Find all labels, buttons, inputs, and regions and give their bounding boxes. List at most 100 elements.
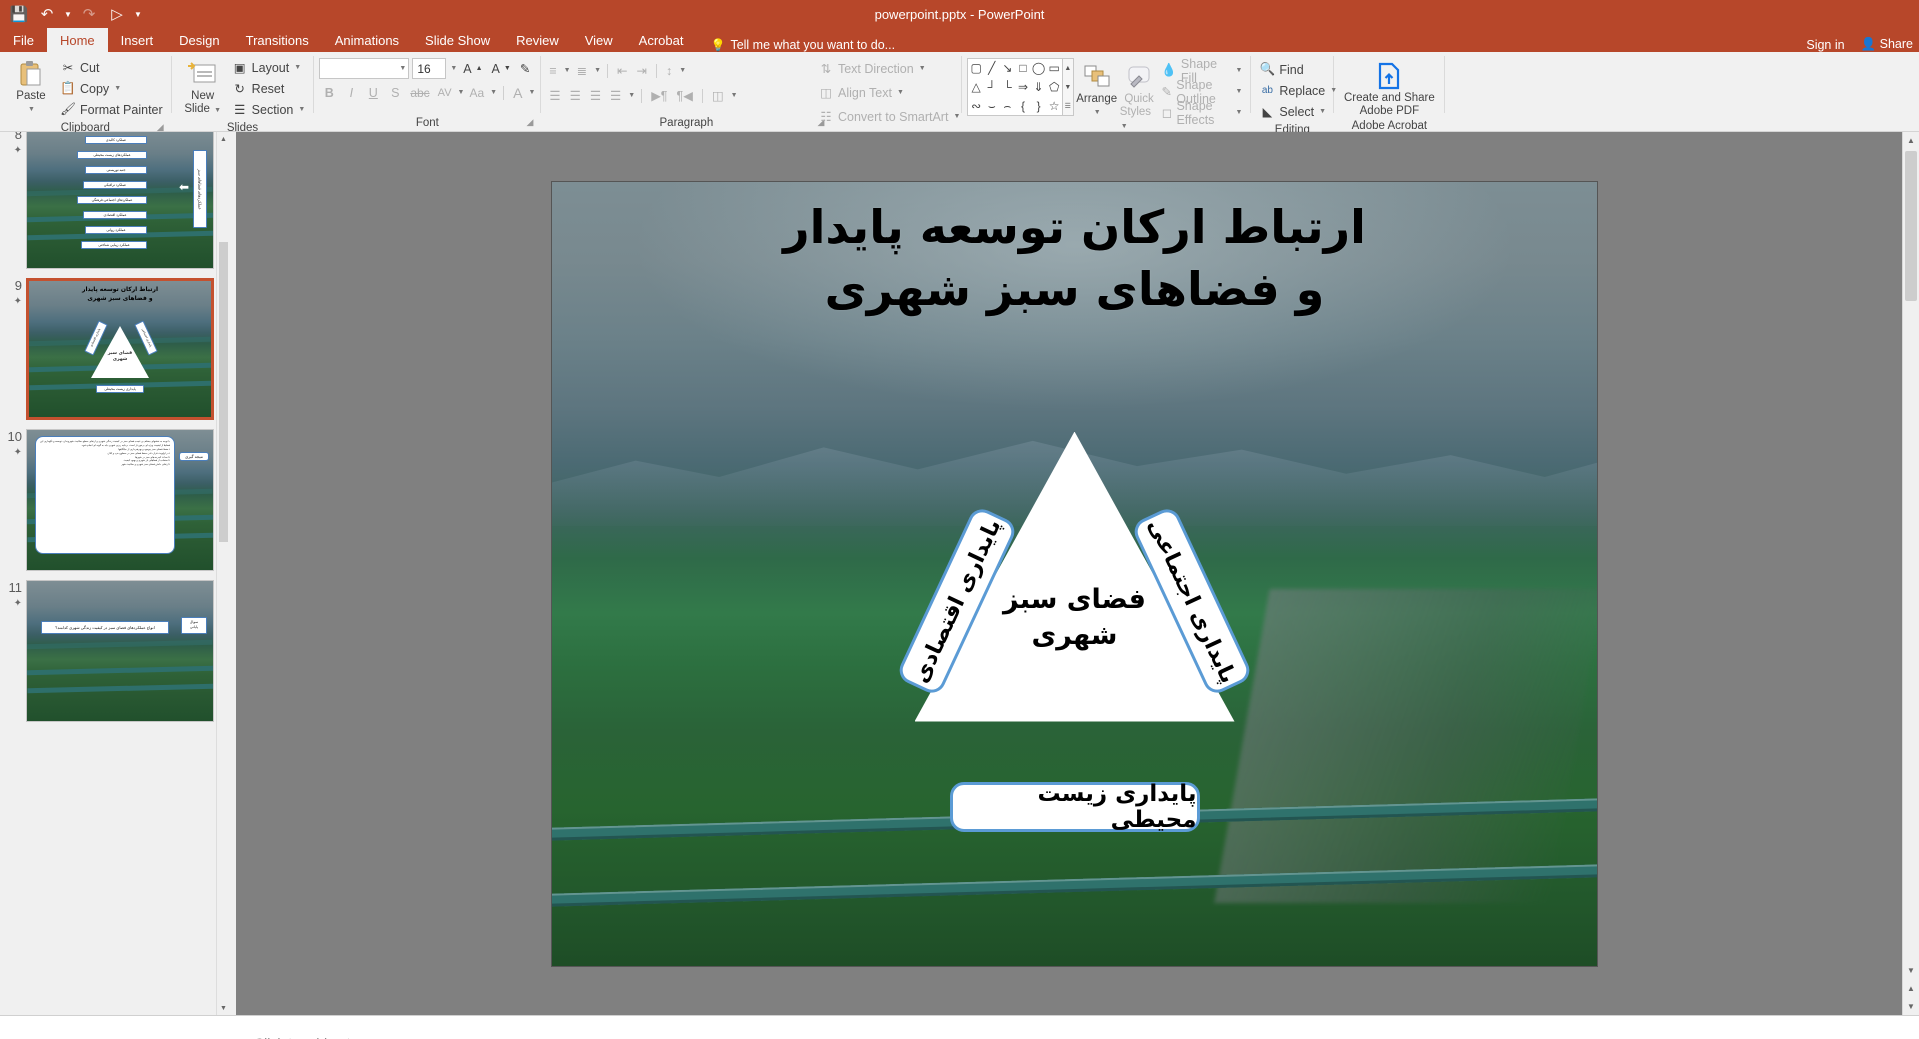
format-painter-button[interactable]: 🖌 Format Painter [57,99,166,120]
shapes-gallery[interactable]: ▢ ╱ ↘ □ ◯ ▭ △ ┘ └ ⇒ ⇓ ⬠ ∾ ⌣ ⌢ { } ☆ [967,58,1063,116]
thumbnail-slide-10[interactable]: با توجه به نقشهای مختلف و عمده فضای سبز … [26,429,214,571]
previous-slide-icon[interactable]: ▲ [1903,980,1919,997]
next-slide-icon[interactable]: ▼ [1903,998,1919,1015]
slide-canvas-area[interactable]: ارتباط ارکان توسعه پایدار و فضاهای سبز ش… [230,132,1919,1015]
thumbnail-slide-8[interactable]: عملکرد کالبدی عملکردهای زیست محیطی جنبه … [26,132,214,269]
strikethrough-button[interactable]: abc [407,82,432,103]
font-size-dropdown-icon[interactable]: ▼ [450,65,457,72]
start-slideshow-icon[interactable]: ▷ [104,2,130,26]
clear-formatting-button[interactable]: ✎ [517,58,533,79]
scribble-shape-icon[interactable]: ∾ [971,100,981,112]
thumbnail-slide-11[interactable]: انواع عملکردهای فضای سبز در کیفیت زندگی … [26,580,214,722]
elbow-connector-shape-icon[interactable]: ┘ [988,81,997,93]
save-icon[interactable]: 💾 [6,2,32,26]
thumbnail-row[interactable]: 11 ✦ انواع عملکردهای فضای سبز در کیفیت ز… [4,580,216,722]
pane-splitter[interactable] [230,132,236,1015]
tab-acrobat[interactable]: Acrobat [626,28,697,52]
smartart-dropdown-icon[interactable]: ▼ [953,113,960,120]
tell-me-box[interactable]: 💡 Tell me what you want to do... [710,38,895,52]
quick-styles-button[interactable]: Quick Styles ▼ [1120,58,1159,133]
select-dropdown-icon[interactable]: ▼ [1319,108,1326,115]
italic-button[interactable]: I [341,82,361,103]
new-slide-button[interactable]: New Slide ▼ [177,55,229,117]
decrease-indent-button[interactable]: ⇤ [614,60,630,81]
increase-indent-button[interactable]: ⇥ [634,60,650,81]
line-arrow-shape-icon[interactable]: ↘ [1002,62,1012,74]
justify-button[interactable]: ☰ [607,85,624,106]
shapes-more-icon[interactable]: ☰ [1063,97,1073,115]
rtl-text-direction-button[interactable]: ¶◀ [674,85,696,106]
text-box-shape-icon[interactable]: ▢ [971,62,982,74]
sign-in-button[interactable]: Sign in [1806,38,1844,52]
line-spacing-dropdown-icon[interactable]: ▼ [679,67,686,74]
line-spacing-button[interactable]: ↕ [663,60,675,81]
tab-file[interactable]: File [0,28,47,52]
canvas-scroll-thumb[interactable] [1905,151,1917,301]
tab-design[interactable]: Design [166,28,232,52]
align-left-button[interactable]: ☰ [546,85,563,106]
align-right-button[interactable]: ☰ [587,85,604,106]
select-button[interactable]: ◣ Select ▼ [1256,101,1329,122]
shape-outline-dropdown-icon[interactable]: ▼ [1235,88,1242,95]
layout-button[interactable]: ▣ Layout ▼ [229,57,309,78]
font-dialog-launcher-icon[interactable]: ◢ [526,114,533,130]
star-shape-icon[interactable]: ☆ [1049,100,1060,112]
font-name-input[interactable]: ▼ [319,58,410,79]
shape-effects-dropdown-icon[interactable]: ▼ [1235,109,1242,116]
rounded-rectangle-shape-icon[interactable]: ▭ [1049,62,1060,74]
ltr-text-direction-button[interactable]: ▶¶ [648,85,670,106]
change-case-dropdown-icon[interactable]: ▼ [490,89,497,96]
cut-button[interactable]: ✂ Cut [57,57,166,78]
arrange-dropdown-icon[interactable]: ▼ [1094,106,1101,119]
undo-icon[interactable]: ↶ [34,2,60,26]
text-direction-dropdown-icon[interactable]: ▼ [919,65,926,72]
reset-button[interactable]: ↻ Reset [229,78,309,99]
right-brace-shape-icon[interactable]: } [1037,100,1041,112]
create-and-share-adobe-pdf-button[interactable]: Create and Share Adobe PDF [1339,57,1439,118]
paste-button[interactable]: Paste ▼ [5,55,57,116]
shapes-scroll-up-icon[interactable]: ▲ [1063,59,1073,77]
rectangle-shape-icon[interactable]: □ [1019,62,1026,74]
canvas-scroll-down-icon[interactable]: ▼ [1903,962,1919,979]
slide-title[interactable]: ارتباط ارکان توسعه پایدار و فضاهای سبز ش… [552,196,1597,320]
thumbnail-slide-9[interactable]: ارتباط ارکان توسعه پایدار و فضاهای سبز ش… [26,278,214,420]
share-button[interactable]: 👤 Share [1861,37,1913,52]
align-dropdown-icon[interactable]: ▼ [628,92,635,99]
tab-view[interactable]: View [572,28,626,52]
section-dropdown-icon[interactable]: ▼ [298,106,305,113]
tab-review[interactable]: Review [503,28,572,52]
tab-insert[interactable]: Insert [108,28,167,52]
thumbnail-row[interactable]: 10 ✦ با توجه به نقشهای مختلف و عمده فضای… [4,429,216,571]
arc-shape-icon[interactable]: ⌢ [1003,100,1011,112]
layout-dropdown-icon[interactable]: ▼ [294,64,301,71]
notes-pane[interactable]: Click to add notes [0,1015,1919,1039]
copy-dropdown-icon[interactable]: ▼ [114,85,121,92]
undo-dropdown-icon[interactable]: ▼ [62,10,74,19]
align-text-dropdown-icon[interactable]: ▼ [897,89,904,96]
convert-to-smartart-button[interactable]: ☷ Convert to SmartArt ▼ [815,106,963,127]
shapes-gallery-scrollbar[interactable]: ▲ ▼ ☰ [1062,58,1074,116]
character-spacing-button[interactable]: AV [435,82,455,103]
columns-button[interactable]: ◫ [709,85,727,106]
pill-environmental-sustainability[interactable]: پایداری زیست محیطی [949,781,1200,833]
grow-font-button[interactable]: A ▲ [460,58,485,79]
columns-dropdown-icon[interactable]: ▼ [731,92,738,99]
thumbnail-scroll-down-icon[interactable]: ▼ [217,1001,230,1015]
left-brace-shape-icon[interactable]: { [1021,100,1025,112]
bold-button[interactable]: B [319,82,339,103]
oval-shape-icon[interactable]: ◯ [1032,62,1045,74]
triangle-shape-icon[interactable]: △ [972,81,981,93]
character-spacing-dropdown-icon[interactable]: ▼ [458,89,465,96]
shrink-font-button[interactable]: A ▼ [489,58,514,79]
shape-effects-button[interactable]: ◻ Shape Effects ▼ [1158,99,1245,127]
font-color-button[interactable]: A [510,82,525,103]
copy-button[interactable]: 📋 Copy ▼ [57,78,166,99]
thumbnail-scroll-thumb[interactable] [219,242,228,542]
canvas-vertical-scrollbar[interactable]: ▲ ▼ ▲ ▼ [1902,132,1919,1015]
font-size-input[interactable]: 16 [412,58,447,79]
numbering-dropdown-icon[interactable]: ▼ [594,67,601,74]
shape-fill-dropdown-icon[interactable]: ▼ [1235,67,1242,74]
slide-thumbnail-pane[interactable]: 7 با توجه به نقش فضاهای سبز در کیفیت زند… [0,132,230,1015]
tab-home[interactable]: Home [46,28,108,52]
numbering-button[interactable]: ≣ [574,60,590,81]
